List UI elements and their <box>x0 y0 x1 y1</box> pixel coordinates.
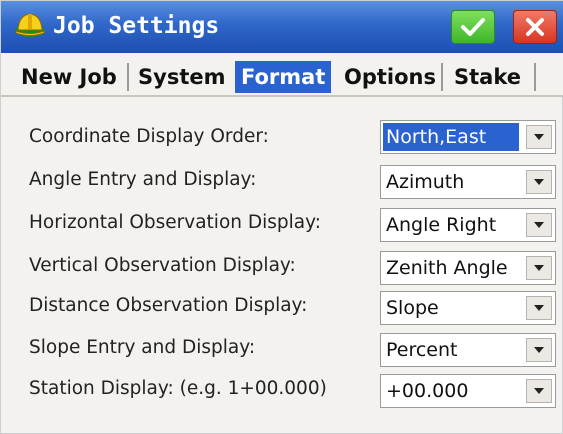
tab-stake[interactable]: Stake <box>448 61 527 93</box>
distance-observation-display-select[interactable]: Slope <box>380 291 556 325</box>
horizontal-observation-display-label: Horizontal Observation Display: <box>29 212 321 233</box>
dropdown-arrow-button[interactable] <box>526 125 552 149</box>
select-value: Zenith Angle <box>386 257 508 279</box>
tab-divider <box>441 63 443 91</box>
title-bar: Job Settings <box>1 1 563 54</box>
tab-divider <box>127 63 129 91</box>
slope-entry-display-select[interactable]: Percent <box>380 333 556 367</box>
chevron-down-icon <box>534 179 544 185</box>
tab-underline <box>1 95 563 97</box>
coordinate-display-order-label: Coordinate Display Order: <box>29 126 269 147</box>
dropdown-arrow-button[interactable] <box>526 213 552 237</box>
tab-divider <box>534 63 536 91</box>
ok-button[interactable] <box>451 10 495 44</box>
horizontal-observation-display-select[interactable]: Angle Right <box>380 208 556 242</box>
chevron-down-icon <box>534 134 544 140</box>
chevron-down-icon <box>534 347 544 353</box>
select-value: Azimuth <box>386 171 465 193</box>
vertical-observation-display-select[interactable]: Zenith Angle <box>380 251 556 285</box>
dropdown-arrow-button[interactable] <box>526 296 552 320</box>
select-value: Angle Right <box>386 214 497 236</box>
select-value: Percent <box>386 339 458 361</box>
tab-bar: New Job System Format Options Stake <box>1 53 563 97</box>
select-value: +00.000 <box>386 380 469 402</box>
tab-format[interactable]: Format <box>235 61 332 93</box>
dropdown-arrow-button[interactable] <box>526 256 552 280</box>
chevron-down-icon <box>534 305 544 311</box>
close-button[interactable] <box>513 10 557 44</box>
select-value: Slope <box>386 297 439 319</box>
chevron-down-icon <box>534 222 544 228</box>
window-title: Job Settings <box>53 13 220 39</box>
distance-observation-display-label: Distance Observation Display: <box>29 295 308 316</box>
tab-system[interactable]: System <box>132 61 231 93</box>
close-icon <box>526 18 544 36</box>
job-settings-window: Job Settings New Job System Format Optio… <box>0 0 563 434</box>
angle-entry-display-select[interactable]: Azimuth <box>380 165 556 199</box>
tab-options[interactable]: Options <box>338 61 442 93</box>
chevron-down-icon <box>534 388 544 394</box>
slope-entry-display-label: Slope Entry and Display: <box>29 337 256 358</box>
angle-entry-display-label: Angle Entry and Display: <box>29 169 257 190</box>
chevron-down-icon <box>534 265 544 271</box>
checkmark-icon <box>461 18 485 36</box>
tab-new-job[interactable]: New Job <box>15 61 123 93</box>
coordinate-display-order-select[interactable]: North,East <box>380 120 556 154</box>
vertical-observation-display-label: Vertical Observation Display: <box>29 255 296 276</box>
hardhat-icon <box>13 9 47 43</box>
station-display-select[interactable]: +00.000 <box>380 374 556 408</box>
dropdown-arrow-button[interactable] <box>526 170 552 194</box>
dropdown-arrow-button[interactable] <box>526 379 552 403</box>
station-display-label: Station Display: (e.g. 1+00.000) <box>29 378 327 399</box>
dropdown-arrow-button[interactable] <box>526 338 552 362</box>
select-value: North,East <box>383 123 519 151</box>
